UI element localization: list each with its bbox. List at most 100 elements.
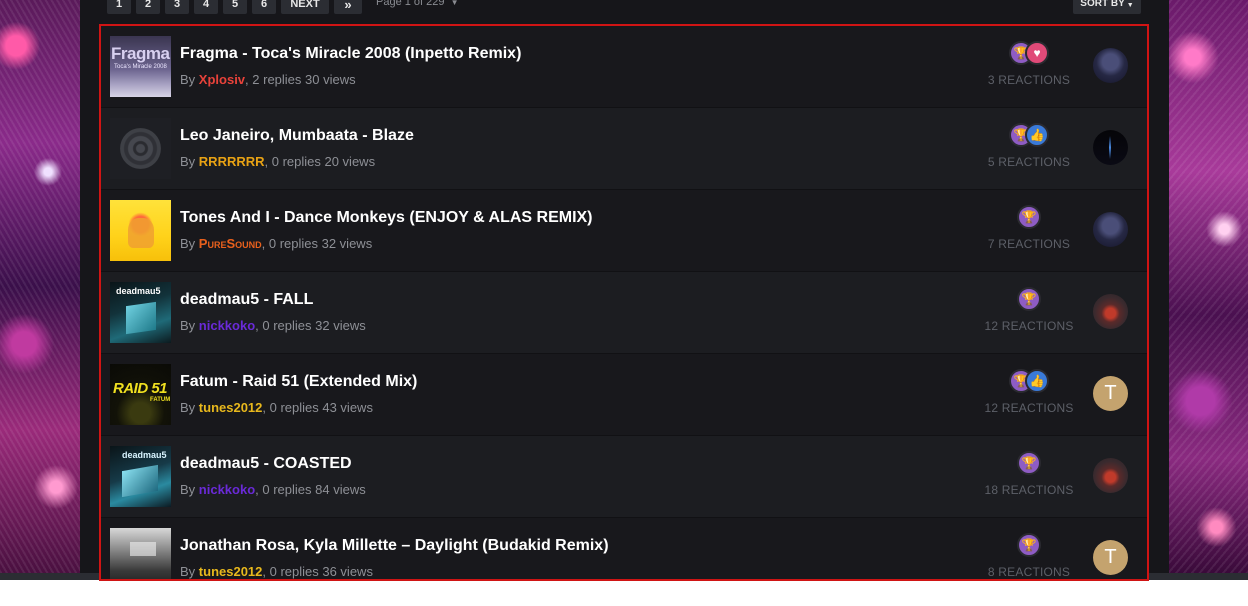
reactions[interactable]: 🏆 👍 5 REACTIONS [971, 123, 1087, 175]
topic-row[interactable]: Fragma Toca's Miracle 2008 Fragma - Toca… [101, 26, 1147, 108]
trophy-icon: 🏆 [1017, 287, 1041, 311]
topic-thumbnail[interactable] [110, 118, 171, 179]
page-2-button[interactable]: 2 [136, 0, 160, 14]
topic-stats: , 0 replies 32 views [255, 318, 366, 333]
topic-stats: , 0 replies 32 views [261, 236, 373, 251]
avatar[interactable] [1093, 130, 1128, 165]
reaction-count: 18 REACTIONS [984, 483, 1074, 497]
topic-thumbnail[interactable]: deadmau5 [110, 446, 171, 507]
topic-stats: , 0 replies 84 views [255, 482, 366, 497]
topic-title[interactable]: deadmau5 - COASTED [180, 455, 352, 473]
caret-down-icon: ▼ [1126, 2, 1134, 9]
author-link[interactable]: tunes2012 [199, 564, 263, 579]
topic-title[interactable]: Jonathan Rosa, Kyla Millette – Daylight … [180, 537, 609, 555]
next-page-button[interactable]: NEXT [281, 0, 329, 14]
author-link[interactable]: PureSound [199, 236, 262, 251]
topic-title[interactable]: Tones And I - Dance Monkeys (ENJOY & ALA… [180, 209, 593, 227]
topic-meta: By tunes2012, 0 replies 36 views [180, 564, 373, 579]
topic-thumbnail[interactable] [110, 528, 171, 579]
like-icon: 👍 [1025, 369, 1049, 393]
caret-down-icon: ▼ [450, 0, 459, 7]
page-4-button[interactable]: 4 [194, 0, 218, 14]
topic-thumbnail[interactable]: deadmau5 [110, 282, 171, 343]
topic-title[interactable]: Fatum - Raid 51 (Extended Mix) [180, 373, 417, 391]
thumbnail-figure [128, 218, 154, 248]
topic-row[interactable]: deadmau5 deadmau5 - FALL By nickkoko, 0 … [101, 272, 1147, 354]
thumbnail-art [130, 542, 156, 556]
disc-icon [120, 128, 161, 169]
page-jump-dropdown[interactable]: Page 1 of 229 ▼ [376, 0, 459, 8]
trophy-icon: 🏆 [1017, 533, 1041, 557]
page-of-label: Page 1 of 229 [376, 0, 445, 8]
sort-by-button[interactable]: SORT BY ▼ [1073, 0, 1141, 14]
pagination: 1 2 3 4 5 6 NEXT » [107, 0, 362, 14]
topic-meta: By nickkoko, 0 replies 84 views [180, 482, 366, 497]
reactions[interactable]: 🏆 7 REACTIONS [971, 205, 1087, 257]
topic-meta: By nickkoko, 0 replies 32 views [180, 318, 366, 333]
by-label: By [180, 72, 196, 87]
reaction-count: 3 REACTIONS [987, 73, 1071, 87]
reaction-count: 7 REACTIONS [987, 237, 1071, 251]
topic-title[interactable]: Leo Janeiro, Mumbaata - Blaze [180, 127, 414, 145]
thumbnail-subtext: FATUM [150, 397, 171, 403]
author-link[interactable]: nickkoko [199, 482, 255, 497]
reaction-count: 5 REACTIONS [987, 155, 1071, 169]
topic-thumbnail[interactable]: RAID 51 FATUM [110, 364, 171, 425]
author-link[interactable]: RRRRRRR [199, 154, 265, 169]
topic-row[interactable]: RAID 51 FATUM Fatum - Raid 51 (Extended … [101, 354, 1147, 436]
avatar[interactable] [1093, 48, 1128, 83]
topic-stats: , 0 replies 20 views [264, 154, 376, 169]
trophy-icon: 🏆 [1017, 451, 1041, 475]
author-link[interactable]: nickkoko [199, 318, 255, 333]
topic-thumbnail[interactable] [110, 200, 171, 261]
topic-meta: By PureSound, 0 replies 32 views [180, 236, 372, 251]
thumbnail-text: deadmau5 [116, 286, 161, 296]
reactions[interactable]: 🏆 18 REACTIONS [971, 451, 1087, 503]
by-label: By [180, 400, 196, 415]
topic-stats: , 2 replies 30 views [245, 72, 356, 87]
topic-title[interactable]: Fragma - Toca's Miracle 2008 (Inpetto Re… [180, 45, 521, 63]
page-1-button[interactable]: 1 [107, 0, 131, 14]
thumbnail-text: Fragma [111, 44, 170, 63]
by-label: By [180, 318, 196, 333]
topic-meta: By tunes2012, 0 replies 43 views [180, 400, 373, 415]
avatar[interactable] [1093, 212, 1128, 247]
by-label: By [180, 236, 196, 251]
page-3-button[interactable]: 3 [165, 0, 189, 14]
page-5-button[interactable]: 5 [223, 0, 247, 14]
last-page-icon[interactable]: » [334, 0, 362, 14]
topic-meta: By RRRRRRR, 0 replies 20 views [180, 154, 375, 169]
reactions[interactable]: 🏆 12 REACTIONS [971, 287, 1087, 339]
thumbnail-text: deadmau5 [122, 450, 167, 460]
topic-row[interactable]: Tones And I - Dance Monkeys (ENJOY & ALA… [101, 190, 1147, 272]
by-label: By [180, 482, 196, 497]
avatar-letter: T [1093, 540, 1128, 575]
page-6-button[interactable]: 6 [252, 0, 276, 14]
author-link[interactable]: tunes2012 [199, 400, 263, 415]
topic-row[interactable]: Jonathan Rosa, Kyla Millette – Daylight … [101, 518, 1147, 579]
trophy-icon: 🏆 [1017, 205, 1041, 229]
avatar[interactable]: T [1093, 540, 1128, 575]
topic-row[interactable]: deadmau5 deadmau5 - COASTED By nickkoko,… [101, 436, 1147, 518]
avatar[interactable] [1093, 458, 1128, 493]
heart-icon: ♥ [1025, 41, 1049, 65]
reaction-count: 12 REACTIONS [984, 401, 1074, 415]
topic-meta: By Xplosiv, 2 replies 30 views [180, 72, 356, 87]
topic-thumbnail[interactable]: Fragma Toca's Miracle 2008 [110, 36, 171, 97]
topic-row[interactable]: Leo Janeiro, Mumbaata - Blaze By RRRRRRR… [101, 108, 1147, 190]
avatar[interactable] [1093, 294, 1128, 329]
background-concert-left [0, 0, 80, 573]
reactions[interactable]: 🏆 ♥ 3 REACTIONS [971, 41, 1087, 93]
thumbnail-text: RAID 51 [113, 380, 168, 397]
author-link[interactable]: Xplosiv [199, 72, 245, 87]
by-label: By [180, 154, 196, 169]
reactions[interactable]: 🏆 👍 12 REACTIONS [971, 369, 1087, 421]
topic-title[interactable]: deadmau5 - FALL [180, 291, 313, 309]
reactions[interactable]: 🏆 8 REACTIONS [971, 533, 1087, 579]
topic-stats: , 0 replies 43 views [262, 400, 373, 415]
background-concert-right [1169, 0, 1248, 573]
like-icon: 👍 [1025, 123, 1049, 147]
avatar[interactable]: T [1093, 376, 1128, 411]
reaction-count: 12 REACTIONS [984, 319, 1074, 333]
sort-by-label: SORT BY [1080, 0, 1125, 9]
